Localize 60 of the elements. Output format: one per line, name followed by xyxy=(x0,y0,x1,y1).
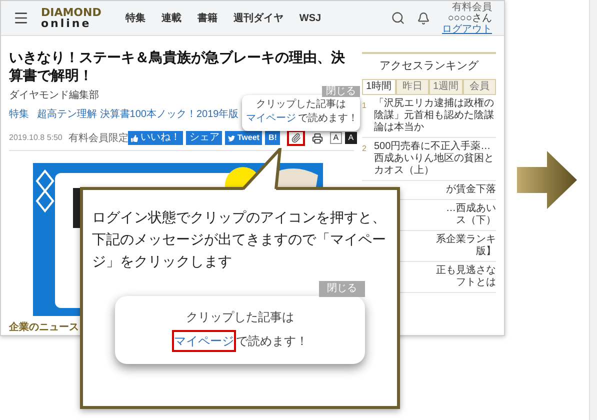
section-label: 企業のニュース xyxy=(9,320,79,335)
ranking-tab[interactable]: 会員 xyxy=(462,78,496,94)
ranking-headline: フトとは xyxy=(456,276,496,288)
ranking-headline: が賃金下落 xyxy=(446,184,496,196)
share-button[interactable]: Tweet xyxy=(225,131,262,145)
author: ダイヤモンド編集部 xyxy=(9,88,99,103)
site-logo[interactable]: DIAMOND online xyxy=(41,7,102,29)
font-size-button[interactable]: A xyxy=(344,132,357,144)
ranking-headline: ス（下） xyxy=(456,214,496,226)
nav-link[interactable]: 連載 xyxy=(161,10,182,26)
ranking-headline: 系企業ランキ xyxy=(436,234,496,246)
ranking-tab[interactable]: 1週間 xyxy=(429,78,462,94)
logout-link[interactable]: ログアウト xyxy=(442,24,492,34)
menu-icon[interactable] xyxy=(13,10,29,26)
bell-icon[interactable] xyxy=(417,12,430,24)
bird-icon xyxy=(228,134,236,142)
share-button[interactable]: B! xyxy=(265,131,280,145)
share-button[interactable]: いいね！ xyxy=(128,131,184,145)
logo-text: online xyxy=(41,18,92,29)
clip-message-text: クリップした記事は xyxy=(186,309,294,326)
ranking-tab[interactable]: 1時間 xyxy=(362,78,396,94)
share-label: いいね！ xyxy=(140,132,180,144)
nav-link[interactable]: WSJ xyxy=(299,10,322,26)
user-name: ○○○○さん xyxy=(448,12,492,24)
share-button[interactable]: シェア xyxy=(186,131,222,145)
clip-message-text: で読めます！ xyxy=(236,333,308,350)
article-title: いきなり！ステーキ＆鳥貴族が急ブレーキの理由、決算書で解明！ xyxy=(9,48,346,84)
member-label: 有料会員 xyxy=(452,2,492,12)
tag-link[interactable]: 特集 xyxy=(9,107,29,122)
access-label: 有料会員限定 xyxy=(68,132,128,146)
ranking-headline: 正も見逃さな xyxy=(436,264,496,276)
thumbs-up-icon xyxy=(131,134,138,142)
clip-message-text: で読めます！ xyxy=(298,113,358,125)
ranking-headline: …西成あい xyxy=(446,202,496,214)
nav-link[interactable]: 書籍 xyxy=(197,10,218,26)
share-label: Tweet xyxy=(237,132,260,144)
ranking-item[interactable]: 2 500円売春に不正入手薬…西成あいりん地区の貧困とカオス（上） xyxy=(362,138,496,180)
rank-number: 1 xyxy=(362,100,368,112)
font-size-button[interactable]: A xyxy=(330,132,342,144)
share-label: シェア xyxy=(189,132,220,144)
share-label: B! xyxy=(268,132,277,144)
search-icon[interactable] xyxy=(391,11,405,25)
print-icon[interactable] xyxy=(312,132,323,144)
rank-number: 2 xyxy=(362,142,368,154)
nav-link[interactable]: 特集 xyxy=(125,10,146,26)
ranking-item[interactable]: 1 「沢尻エリカ逮捕は政権の陰謀」元首相も認めた陰謀論は本当か xyxy=(362,94,496,138)
ranking-headline: 500円売春に不正入手薬…西成あいりん地区の貧困とカオス（上） xyxy=(374,140,495,176)
logo-text: DIAMOND xyxy=(41,7,102,18)
tag-link[interactable]: 超高テン理解 決算書100本ノック！2019年版 xyxy=(37,107,239,122)
mypage-link[interactable]: マイページ xyxy=(244,111,298,127)
ranking-headline: 「沢尻エリカ逮捕は政権の陰謀」元首相も認めた陰謀論は本当か xyxy=(374,98,495,134)
date: 2019.10.8 5:50 xyxy=(9,132,62,144)
ranking-title: アクセスランキング xyxy=(378,59,480,74)
mypage-link[interactable]: マイページ xyxy=(172,330,236,352)
paperclip-icon xyxy=(290,133,301,143)
right-arrow-icon xyxy=(517,151,577,209)
nav-link[interactable]: 週刊ダイヤ xyxy=(233,10,284,26)
clip-message-text: クリップした記事は xyxy=(256,99,346,111)
ranking-headline: 版】 xyxy=(476,246,496,258)
ranking-tab[interactable]: 昨日 xyxy=(396,78,429,94)
